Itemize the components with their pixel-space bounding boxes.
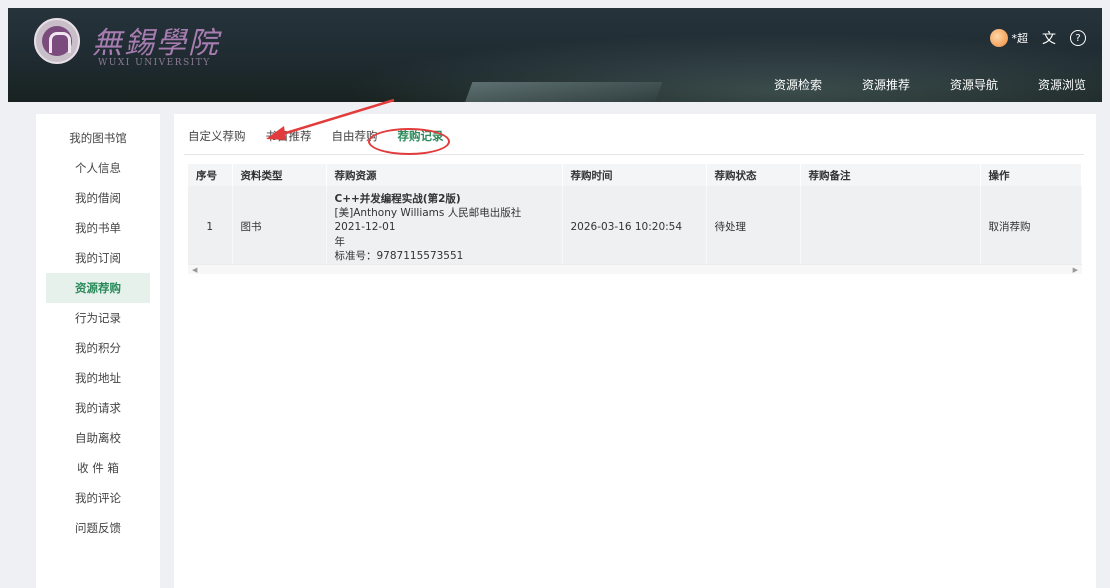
site-header: 無錫學院 WUXI UNIVERSITY *超 文 ? 资源检索 资源推荐 资源… xyxy=(8,8,1102,102)
sidebar-item-behavior-records[interactable]: 行为记录 xyxy=(46,303,150,333)
col-time: 荐购时间 xyxy=(562,164,707,186)
logo-chinese-name[interactable]: 無錫學院 xyxy=(92,18,220,62)
resource-title: C++并发编程实战(第2版) xyxy=(334,193,461,205)
sidebar-item-requests[interactable]: 我的请求 xyxy=(46,393,150,423)
sidebar-item-personal-info[interactable]: 个人信息 xyxy=(46,153,150,183)
horizontal-scrollbar[interactable]: ◀ ▶ xyxy=(188,264,1082,274)
row-index: 1 xyxy=(188,186,233,269)
sidebar-item-points[interactable]: 我的积分 xyxy=(46,333,150,363)
sidebar-item-inbox[interactable]: 收 件 箱 xyxy=(46,453,150,483)
tab-custom-recommend[interactable]: 自定义荐购 xyxy=(188,128,246,144)
nav-resource-navigation[interactable]: 资源导航 xyxy=(950,76,998,93)
sidebar-item-self-checkout[interactable]: 自助离校 xyxy=(46,423,150,453)
user-menu[interactable]: *超 xyxy=(989,29,1029,47)
sidebar-item-address[interactable]: 我的地址 xyxy=(46,363,150,393)
table-row: 1 图书 C++并发编程实战(第2版) [美]Anthony Williams … xyxy=(188,186,1082,269)
main-panel: 自定义荐购 书目推荐 自由荐购 荐购记录 序号 资料类型 荐购资源 荐购时间 荐… xyxy=(174,114,1096,588)
row-type: 图书 xyxy=(232,186,327,269)
logo-english-name: WUXI UNIVERSITY xyxy=(98,58,211,68)
sidebar-item-booklist[interactable]: 我的书单 xyxy=(46,213,150,243)
translate-icon[interactable]: 文 xyxy=(1042,28,1056,48)
help-circle-icon[interactable]: ? xyxy=(1070,30,1086,46)
avatar[interactable] xyxy=(989,29,1008,47)
row-note xyxy=(800,186,981,269)
sidebar: 我的图书馆 个人信息 我的借阅 我的书单 我的订阅 资源荐购 行为记录 我的积分… xyxy=(36,114,160,588)
university-logo-icon[interactable] xyxy=(34,18,80,64)
scroll-left-icon[interactable]: ◀ xyxy=(192,265,197,275)
col-type: 资料类型 xyxy=(232,164,327,186)
col-note: 荐购备注 xyxy=(800,164,981,186)
sidebar-item-borrowing[interactable]: 我的借阅 xyxy=(46,183,150,213)
table-header-row: 序号 资料类型 荐购资源 荐购时间 荐购状态 荐购备注 操作 xyxy=(188,164,1082,186)
sidebar-item-comments[interactable]: 我的评论 xyxy=(46,483,150,513)
cancel-recommend-button[interactable]: 取消荐购 xyxy=(980,186,1082,269)
scroll-right-icon[interactable]: ▶ xyxy=(1073,265,1078,275)
col-resource: 荐购资源 xyxy=(326,164,563,186)
resource-year-suffix: 年 xyxy=(334,235,346,248)
col-status: 荐购状态 xyxy=(706,164,801,186)
tab-bibliography-recommend[interactable]: 书目推荐 xyxy=(266,128,312,144)
resource-author-publisher: [美]Anthony Williams 人民邮电出版社 2021-12-01 xyxy=(334,207,522,234)
sidebar-item-subscriptions[interactable]: 我的订阅 xyxy=(46,243,150,273)
user-name[interactable]: *超 xyxy=(1012,30,1029,46)
nav-resource-browse[interactable]: 资源浏览 xyxy=(1038,76,1086,93)
nav-resource-recommend[interactable]: 资源推荐 xyxy=(862,76,910,93)
top-nav: 资源检索 资源推荐 资源导航 资源浏览 xyxy=(774,76,1086,93)
row-status: 待处理 xyxy=(706,186,801,269)
annotation-highlight-ellipse xyxy=(368,128,450,155)
sidebar-item-purchase-recommend[interactable]: 资源荐购 xyxy=(46,273,150,303)
records-table: 序号 资料类型 荐购资源 荐购时间 荐购状态 荐购备注 操作 1 图书 C++并… xyxy=(188,164,1082,269)
row-time: 2026-03-16 10:20:54 xyxy=(562,186,707,269)
resource-isbn: 标准号：9787115573551 xyxy=(334,249,464,262)
user-toolbar: *超 文 ? xyxy=(989,28,1086,48)
col-action: 操作 xyxy=(980,164,1082,186)
col-index: 序号 xyxy=(188,164,233,186)
header-decoration xyxy=(463,82,663,102)
nav-resource-search[interactable]: 资源检索 xyxy=(774,76,822,93)
tab-divider xyxy=(184,154,1084,155)
sidebar-item-feedback[interactable]: 问题反馈 xyxy=(46,513,150,543)
row-resource: C++并发编程实战(第2版) [美]Anthony Williams 人民邮电出… xyxy=(326,186,563,269)
sidebar-item-my-library[interactable]: 我的图书馆 xyxy=(46,123,150,153)
